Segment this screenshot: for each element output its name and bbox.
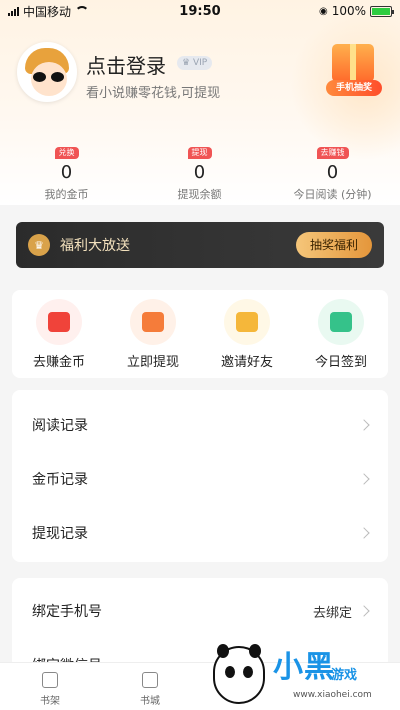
bookshelf-icon: [42, 672, 58, 688]
menu-label: 提现记录: [32, 526, 88, 542]
action-label: 立即提现: [126, 355, 179, 370]
records-menu: 阅读记录 金币记录 提现记录: [12, 390, 388, 562]
crown-icon: ♛: [28, 234, 50, 256]
menu-withdraw-records[interactable]: 提现记录: [12, 506, 388, 560]
avatar[interactable]: [17, 42, 77, 102]
battery-percent: 100%: [331, 4, 366, 18]
action-checkin[interactable]: 今日签到: [294, 290, 388, 378]
menu-label: 阅读记录: [32, 418, 88, 434]
menu-coin-records[interactable]: 金币记录: [12, 452, 388, 506]
action-label: 去赚金币: [32, 355, 85, 370]
chevron-right-icon: [358, 605, 370, 617]
tab-label: 书城: [140, 696, 160, 707]
watermark-logo: 小黑 游戏 www.xiaohei.com: [207, 640, 397, 710]
tab-bookstore[interactable]: 书城: [100, 663, 200, 710]
stat-my-coins[interactable]: 兑换 0 我的金币: [0, 140, 133, 202]
login-title[interactable]: 点击登录: [86, 50, 166, 79]
location-icon: ◉: [318, 5, 328, 17]
chevron-right-icon: [358, 527, 370, 539]
stat-tag: 去赚钱: [316, 147, 349, 159]
lottery-label: 手机抽奖: [326, 80, 382, 96]
carrier-label: 中国移动: [23, 4, 72, 19]
menu-bind-phone[interactable]: 绑定手机号 去绑定: [12, 584, 388, 638]
action-label: 今日签到: [314, 355, 367, 370]
action-withdraw[interactable]: 立即提现: [106, 290, 200, 378]
wallet-icon: [130, 299, 176, 345]
menu-reading-records[interactable]: 阅读记录: [12, 398, 388, 452]
panda-mascot: [213, 644, 265, 704]
menu-value: 去绑定: [312, 605, 352, 621]
stat-withdraw-balance[interactable]: 提现 0 提现余额: [133, 140, 266, 202]
action-label: 邀请好友: [220, 355, 273, 370]
watermark-brand-sub: 游戏: [331, 668, 358, 683]
login-subtitle: 看小说赚零花钱,可提现: [86, 86, 221, 101]
stat-today-reading[interactable]: 去赚钱 0 今日阅读 (分钟): [266, 140, 399, 202]
lottery-welfare-button[interactable]: 抽奖福利: [295, 232, 372, 258]
phone-lottery-button[interactable]: 手机抽奖: [322, 40, 386, 100]
wifi-icon: [75, 6, 90, 16]
stat-value: 0: [326, 162, 339, 183]
menu-label: 绑定手机号: [32, 604, 102, 620]
bookstore-icon: [142, 672, 158, 688]
stat-label: 今日阅读 (分钟): [293, 188, 372, 201]
stat-label: 我的金币: [44, 188, 89, 201]
chevron-right-icon: [358, 419, 370, 431]
watermark-url: www.xiaohei.com: [293, 690, 372, 700]
stat-label: 提现余额: [177, 188, 222, 201]
welfare-title: 福利大放送: [60, 238, 130, 254]
status-time: 19:50: [179, 3, 221, 19]
checkin-icon: [318, 299, 364, 345]
vip-label: VIP: [192, 58, 208, 68]
quick-actions: 去赚金币 立即提现 邀请好友 今日签到: [12, 290, 388, 378]
menu-label: 金币记录: [32, 472, 88, 488]
vip-badge: ♛ VIP: [177, 56, 213, 70]
invite-letter-icon: [224, 299, 270, 345]
tab-label: 书架: [40, 696, 60, 707]
action-invite-friends[interactable]: 邀请好友: [200, 290, 294, 378]
action-earn-coins[interactable]: 去赚金币: [12, 290, 106, 378]
status-bar: 中国移动 19:50 ◉ 100%: [0, 0, 400, 22]
red-envelope-icon: [36, 299, 82, 345]
signal-icon: [8, 6, 19, 16]
chevron-right-icon: [358, 473, 370, 485]
tab-bookshelf[interactable]: 书架: [0, 663, 100, 710]
stat-tag: 提现: [187, 147, 212, 159]
stat-tag: 兑换: [54, 147, 79, 159]
watermark-brand: 小黑: [273, 650, 335, 685]
stat-value: 0: [60, 162, 73, 183]
stat-value: 0: [193, 162, 206, 183]
battery-icon: [370, 5, 394, 17]
welfare-banner[interactable]: ♛ 福利大放送 抽奖福利: [16, 222, 384, 268]
